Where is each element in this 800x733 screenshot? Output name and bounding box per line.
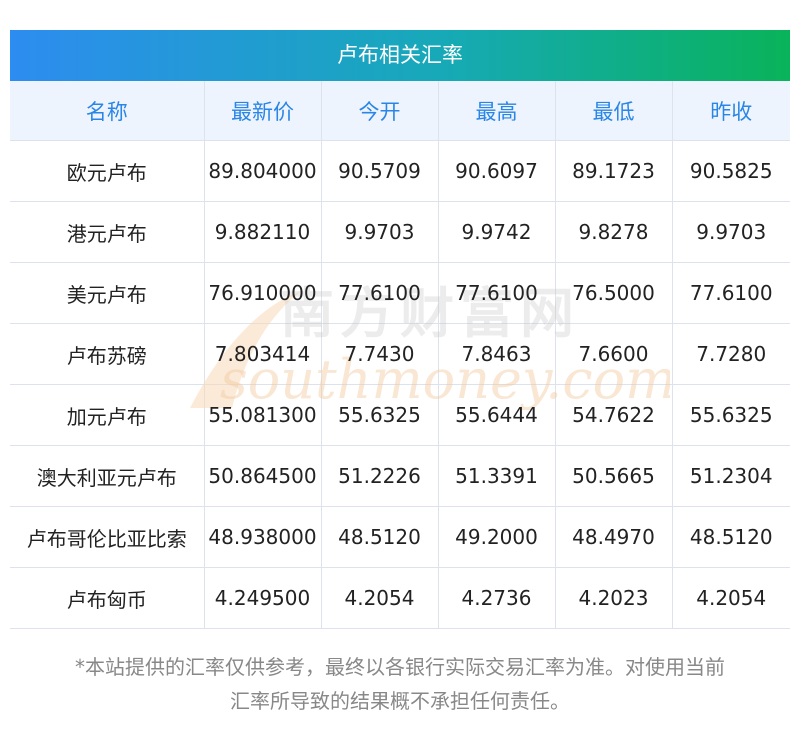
cell-low: 9.8278	[555, 201, 673, 263]
table-row: 卢布匈币 4.249500 4.2054 4.2736 4.2023 4.205…	[10, 567, 790, 629]
cell-name: 卢布匈币	[10, 567, 205, 629]
column-header-low: 最低	[555, 81, 673, 141]
cell-latest: 9.882110	[204, 201, 322, 263]
cell-name: 卢布哥伦比亚比索	[10, 506, 205, 568]
cell-high: 90.6097	[438, 140, 556, 202]
cell-prev-close: 48.5120	[672, 506, 790, 568]
cell-high: 49.2000	[438, 506, 556, 568]
disclaimer-line-2: 汇率所导致的结果概不承担任何责任。	[230, 689, 570, 713]
cell-low: 89.1723	[555, 140, 673, 202]
cell-high: 7.8463	[438, 323, 556, 385]
cell-name: 卢布苏磅	[10, 323, 205, 385]
cell-prev-close: 55.6325	[672, 384, 790, 446]
table-row: 卢布哥伦比亚比索 48.938000 48.5120 49.2000 48.49…	[10, 506, 790, 568]
table-row: 港元卢布 9.882110 9.9703 9.9742 9.8278 9.970…	[10, 201, 790, 263]
cell-latest: 76.910000	[204, 262, 322, 324]
cell-name: 美元卢布	[10, 262, 205, 324]
table-row: 加元卢布 55.081300 55.6325 55.6444 54.7622 5…	[10, 384, 790, 446]
table-area: 名称 最新价 今开 最高 最低 昨收 欧元卢布 89.804000 90.570…	[10, 81, 790, 629]
cell-latest: 55.081300	[204, 384, 322, 446]
cell-prev-close: 7.7280	[672, 323, 790, 385]
cell-open: 4.2054	[321, 567, 439, 629]
cell-prev-close: 90.5825	[672, 140, 790, 202]
column-header-name: 名称	[10, 81, 205, 141]
disclaimer-line-1: *本站提供的汇率仅供参考，最终以各银行实际交易汇率为准。对使用当前	[75, 655, 725, 679]
disclaimer: *本站提供的汇率仅供参考，最终以各银行实际交易汇率为准。对使用当前 汇率所导致的…	[10, 650, 790, 718]
cell-prev-close: 4.2054	[672, 567, 790, 629]
cell-open: 51.2226	[321, 445, 439, 507]
cell-prev-close: 51.2304	[672, 445, 790, 507]
cell-high: 4.2736	[438, 567, 556, 629]
cell-low: 7.6600	[555, 323, 673, 385]
rate-card: 卢布相关汇率 名称 最新价 今开 最高 最低 昨收 欧元卢布 89.804000	[10, 30, 790, 629]
cell-low: 48.4970	[555, 506, 673, 568]
cell-prev-close: 77.6100	[672, 262, 790, 324]
column-header-prev-close: 昨收	[672, 81, 790, 141]
column-header-latest: 最新价	[204, 81, 322, 141]
cell-open: 7.7430	[321, 323, 439, 385]
cell-latest: 48.938000	[204, 506, 322, 568]
cell-open: 77.6100	[321, 262, 439, 324]
cell-latest: 4.249500	[204, 567, 322, 629]
table-row: 卢布苏磅 7.803414 7.7430 7.8463 7.6600 7.728…	[10, 323, 790, 385]
cell-latest: 7.803414	[204, 323, 322, 385]
cell-open: 55.6325	[321, 384, 439, 446]
cell-high: 9.9742	[438, 201, 556, 263]
cell-low: 4.2023	[555, 567, 673, 629]
cell-open: 9.9703	[321, 201, 439, 263]
cell-name: 加元卢布	[10, 384, 205, 446]
cell-low: 76.5000	[555, 262, 673, 324]
column-header-open: 今开	[321, 81, 439, 141]
cell-high: 55.6444	[438, 384, 556, 446]
cell-open: 90.5709	[321, 140, 439, 202]
cell-name: 港元卢布	[10, 201, 205, 263]
cell-name: 澳大利亚元卢布	[10, 445, 205, 507]
cell-name: 欧元卢布	[10, 140, 205, 202]
cell-latest: 50.864500	[204, 445, 322, 507]
table-row: 美元卢布 76.910000 77.6100 77.6100 76.5000 7…	[10, 262, 790, 324]
cell-prev-close: 9.9703	[672, 201, 790, 263]
cell-open: 48.5120	[321, 506, 439, 568]
cell-high: 77.6100	[438, 262, 556, 324]
column-header-high: 最高	[438, 81, 556, 141]
cell-latest: 89.804000	[204, 140, 322, 202]
cell-low: 54.7622	[555, 384, 673, 446]
cell-high: 51.3391	[438, 445, 556, 507]
rates-table: 名称 最新价 今开 最高 最低 昨收 欧元卢布 89.804000 90.570…	[10, 81, 790, 629]
header-row: 名称 最新价 今开 最高 最低 昨收	[10, 81, 790, 141]
table-title: 卢布相关汇率	[10, 30, 790, 81]
table-row: 欧元卢布 89.804000 90.5709 90.6097 89.1723 9…	[10, 140, 790, 202]
table-row: 澳大利亚元卢布 50.864500 51.2226 51.3391 50.566…	[10, 445, 790, 507]
cell-low: 50.5665	[555, 445, 673, 507]
